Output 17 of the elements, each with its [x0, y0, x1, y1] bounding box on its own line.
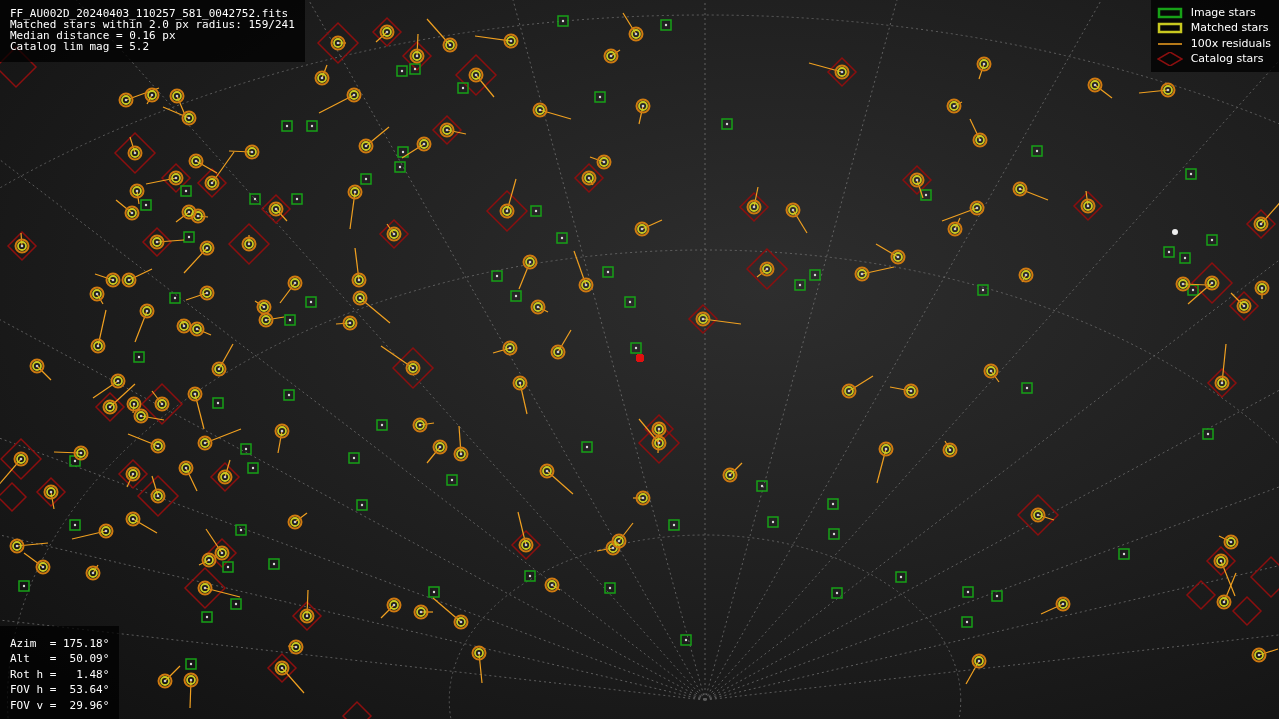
info-text-line: Azim = 175.18° — [10, 635, 110, 651]
info-text-line: Median distance = 0.16 px — [10, 30, 176, 41]
info-text-line: Matched stars within 2.0 px radius: 159/241 — [10, 19, 295, 30]
info-text-line: FF_AU002D_20240403_110257_581_0042752.fits — [10, 8, 289, 19]
info-text-line: Rot h = 1.48° — [10, 666, 110, 682]
legend-diamond-icon — [1156, 52, 1183, 67]
legend-label: Catalog stars — [1190, 53, 1264, 66]
legend-square-icon — [1156, 5, 1183, 20]
info-text-line: Catalog lim mag = 5.2 — [10, 41, 150, 52]
legend-square-icon — [1156, 21, 1183, 36]
legend-line-icon — [1156, 42, 1183, 45]
info-text-line: Alt = 50.09° — [10, 651, 110, 667]
info-text-line: FOV v = 29.96° — [10, 697, 110, 713]
legend-label: Matched stars — [1190, 22, 1269, 35]
legend-label: 100x residuals — [1190, 37, 1271, 50]
legend-label: Image stars — [1190, 6, 1256, 19]
info-text-line: FOV h = 53.64° — [10, 682, 110, 698]
